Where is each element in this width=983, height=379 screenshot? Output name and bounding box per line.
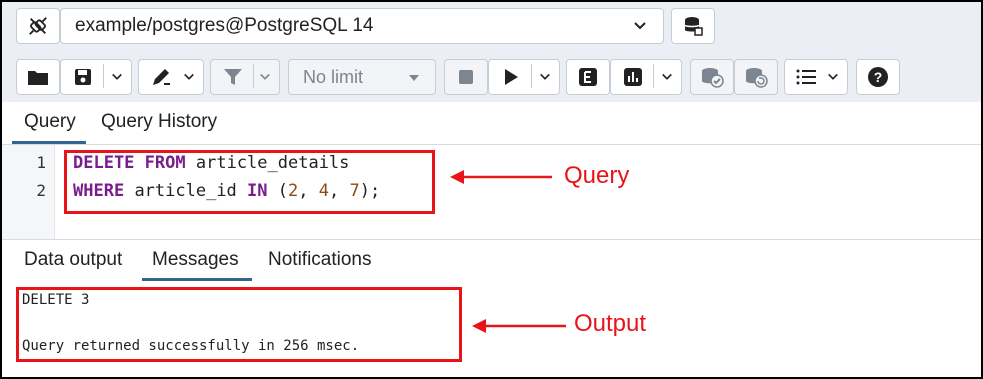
pencil-icon <box>153 69 170 85</box>
chevron-down-icon <box>827 71 839 83</box>
chevron-down-icon <box>661 71 673 83</box>
output-highlight-box <box>16 287 462 362</box>
connection-select[interactable]: example/postgres@PostgreSQL 14 <box>60 8 664 44</box>
chevron-down-icon <box>259 71 271 83</box>
commit-button[interactable] <box>690 59 734 95</box>
chart-icon <box>624 68 642 86</box>
save-icon <box>75 69 91 85</box>
tab-messages[interactable]: Messages <box>152 249 239 271</box>
help-button[interactable]: ? <box>856 59 900 95</box>
query-highlight-box <box>64 150 435 214</box>
filter-button[interactable] <box>210 59 280 95</box>
tab-query-history[interactable]: Query History <box>101 111 217 133</box>
arrow-left-icon <box>472 319 566 333</box>
filter-icon <box>224 69 242 85</box>
folder-icon <box>28 71 48 85</box>
messages-panel: DELETE 3 Query returned successfully in … <box>2 282 981 377</box>
arrow-left-icon <box>450 170 552 184</box>
new-connection-button[interactable] <box>671 8 715 44</box>
toolbar-area: example/postgres@PostgreSQL 14 No limit … <box>2 2 981 102</box>
query-tool-window: example/postgres@PostgreSQL 14 No limit … <box>0 0 983 379</box>
rollback-icon <box>746 68 768 88</box>
query-annotation: Query <box>564 162 630 189</box>
tab-notifications[interactable]: Notifications <box>268 249 372 271</box>
chevron-down-icon <box>633 19 647 33</box>
stop-icon <box>459 70 473 84</box>
chevron-down-icon <box>183 71 195 83</box>
limit-label: No limit <box>303 66 364 87</box>
rollback-button[interactable] <box>734 59 778 95</box>
plug-icon <box>29 17 47 35</box>
output-annotation: Output <box>574 310 647 337</box>
edit-button[interactable] <box>138 59 204 95</box>
explain-analyze-button[interactable] <box>610 59 682 95</box>
line-number: 2 <box>36 181 46 200</box>
limit-select[interactable]: No limit <box>288 59 436 95</box>
commit-icon <box>702 68 724 88</box>
chevron-down-icon <box>111 71 123 83</box>
open-file-button[interactable] <box>16 59 60 95</box>
tab-data-output[interactable]: Data output <box>24 249 122 271</box>
active-tab-indicator <box>142 278 252 281</box>
macros-button[interactable] <box>784 59 848 95</box>
connection-label: example/postgres@PostgreSQL 14 <box>75 15 374 36</box>
output-tabs: Data output Messages Notifications <box>2 239 981 283</box>
help-icon: ? <box>868 67 888 87</box>
execute-button[interactable] <box>488 59 560 95</box>
list-icon <box>796 69 816 85</box>
active-tab-indicator <box>12 141 86 144</box>
editor-tabs: Query Query History <box>2 102 981 145</box>
chevron-down-icon <box>539 71 551 83</box>
save-button[interactable] <box>60 59 132 95</box>
sql-editor[interactable]: 1 2 DELETE FROM article_details WHERE ar… <box>2 145 981 239</box>
play-icon <box>505 69 518 85</box>
svg-text:?: ? <box>874 69 883 85</box>
explain-button[interactable] <box>566 59 610 95</box>
tab-query[interactable]: Query <box>24 111 76 133</box>
stop-button[interactable] <box>444 59 488 95</box>
explain-icon <box>579 68 597 86</box>
caret-down-icon <box>409 75 419 81</box>
database-icon <box>684 17 703 36</box>
line-number: 1 <box>36 153 46 172</box>
line-number-gutter: 1 2 <box>2 145 55 239</box>
connection-status-button[interactable] <box>16 8 60 44</box>
